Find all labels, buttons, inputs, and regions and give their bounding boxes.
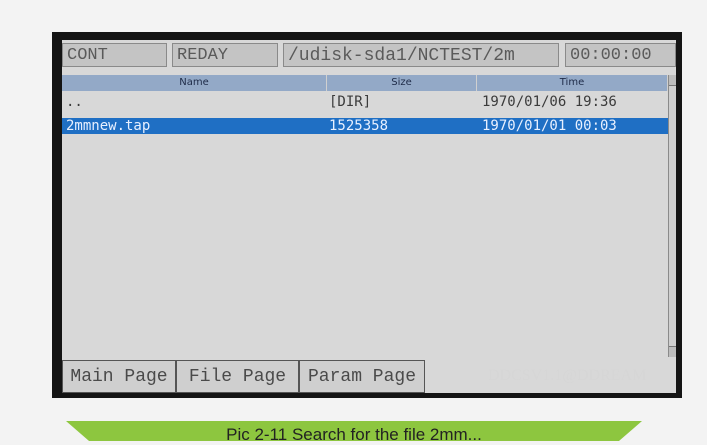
mode-indicator: CONT [62,43,167,67]
column-header-time[interactable]: Time [477,75,668,91]
controller-screen [62,40,676,393]
file-name: .. [66,94,83,110]
figure-caption-banner: Pic 2-11 Search for the file 2mm... [66,421,642,441]
column-header-name[interactable]: Name [62,75,327,91]
file-time: 1970/01/06 19:36 [482,94,617,110]
table-row-selected[interactable]: 2mmnew.tap 1525358 1970/01/01 00:03 [62,118,668,134]
tab-file-page[interactable]: File Page [176,360,299,393]
tab-param-page[interactable]: Param Page [299,360,425,393]
state-indicator: REDAY [172,43,278,67]
file-time: 1970/01/01 00:03 [482,118,617,134]
file-list-scrollbar[interactable] [668,75,676,357]
scroll-up-arrow-icon[interactable] [669,75,676,86]
column-header-size[interactable]: Size [327,75,477,91]
current-path: /udisk-sda1/NCTEST/2m [283,43,559,67]
figure-caption: Pic 2-11 Search for the file 2mm... [226,425,482,444]
file-size: 1525358 [329,118,389,134]
firmware-brand: DDCSV1.1@DDREAM [488,367,647,384]
scroll-down-arrow-icon[interactable] [669,346,676,357]
file-name: 2mmnew.tap [66,118,151,134]
clock-display: 00:00:00 [565,43,676,67]
file-size: [DIR] [329,94,372,110]
file-table-header: Name Size Time [62,75,668,91]
tab-main-page[interactable]: Main Page [62,360,176,393]
table-row-parent-dir[interactable]: .. [DIR] 1970/01/06 19:36 [62,94,668,110]
